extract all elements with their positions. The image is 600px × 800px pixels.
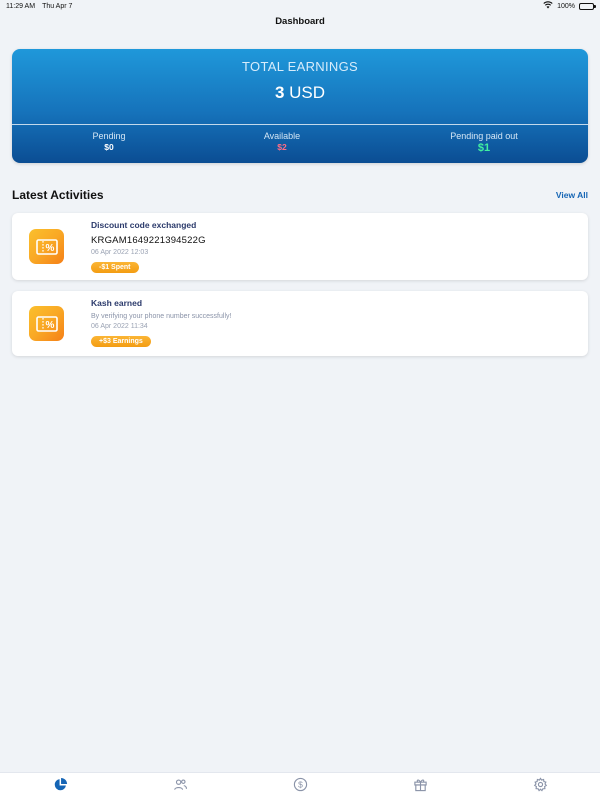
discount-coupon-icon: %	[29, 229, 64, 264]
earnings-divider	[12, 124, 588, 125]
view-all-link[interactable]: View All	[556, 190, 588, 200]
activity-card[interactable]: % Kash earned By verifying your phone nu…	[12, 291, 588, 356]
stat-available-label: Available	[263, 131, 301, 141]
tab-dashboard[interactable]	[0, 773, 120, 800]
pie-chart-icon	[53, 777, 68, 797]
battery-icon	[579, 2, 596, 10]
gift-icon	[413, 777, 428, 797]
activity-date: 06 Apr 2022 12:03	[91, 249, 149, 256]
activity-code: KRGAM1649221394522G	[91, 235, 206, 246]
activity-description: By verifying your phone number successfu…	[91, 313, 232, 320]
gear-icon	[533, 776, 548, 797]
stat-available-value: $2	[277, 142, 287, 152]
svg-text:%: %	[45, 320, 54, 331]
stat-pending: Pending $0	[34, 131, 184, 152]
stat-paidout-value: $1	[477, 142, 491, 154]
stat-available: Available $2	[207, 131, 357, 152]
status-date: Thu Apr 7	[42, 2, 73, 10]
latest-activities-title: Latest Activities	[12, 188, 104, 202]
stat-paidout-label: Pending paid out	[450, 131, 518, 141]
svg-text:%: %	[45, 243, 54, 254]
status-bar: 11:29 AM Thu Apr 7 100%	[0, 0, 600, 12]
total-earnings-amount: 3 USD	[12, 83, 588, 103]
bottom-tab-bar: $	[0, 772, 600, 800]
discount-coupon-icon: %	[29, 306, 64, 341]
activity-text: Kash earned By verifying your phone numb…	[91, 298, 231, 348]
activity-badge: +$3 Earnings	[91, 336, 151, 347]
users-icon	[173, 777, 188, 797]
activity-title: Kash earned	[91, 298, 143, 308]
stat-pending-value: $0	[104, 142, 114, 152]
activity-card[interactable]: % Discount code exchanged KRGAM164922139…	[12, 213, 588, 280]
svg-text:$: $	[298, 779, 303, 789]
total-earnings-card: TOTAL EARNINGS 3 USD Pending $0 Availabl…	[12, 49, 588, 163]
total-earnings-label: TOTAL EARNINGS	[242, 59, 358, 74]
tab-rewards[interactable]	[360, 773, 480, 800]
tab-settings[interactable]	[480, 773, 600, 800]
tab-users[interactable]	[120, 773, 240, 800]
activity-text: Discount code exchanged KRGAM16492213945…	[91, 220, 206, 274]
page-title: Dashboard	[275, 16, 325, 27]
stat-pending-label: Pending	[92, 131, 126, 141]
status-time: 11:29 AM	[6, 2, 36, 10]
earnings-currency: USD	[289, 83, 326, 102]
stat-pending-paid-out: Pending paid out $1	[409, 131, 559, 154]
dollar-circle-icon: $	[293, 777, 308, 797]
activity-title: Discount code exchanged	[91, 220, 197, 230]
battery-percent: 100%	[557, 2, 575, 10]
tab-earnings[interactable]: $	[240, 773, 360, 800]
activity-badge: -$1 Spent	[91, 262, 139, 273]
wifi-icon	[543, 1, 553, 11]
activity-date: 06 Apr 2022 11:34	[91, 323, 148, 330]
earnings-value: 3	[274, 83, 285, 102]
